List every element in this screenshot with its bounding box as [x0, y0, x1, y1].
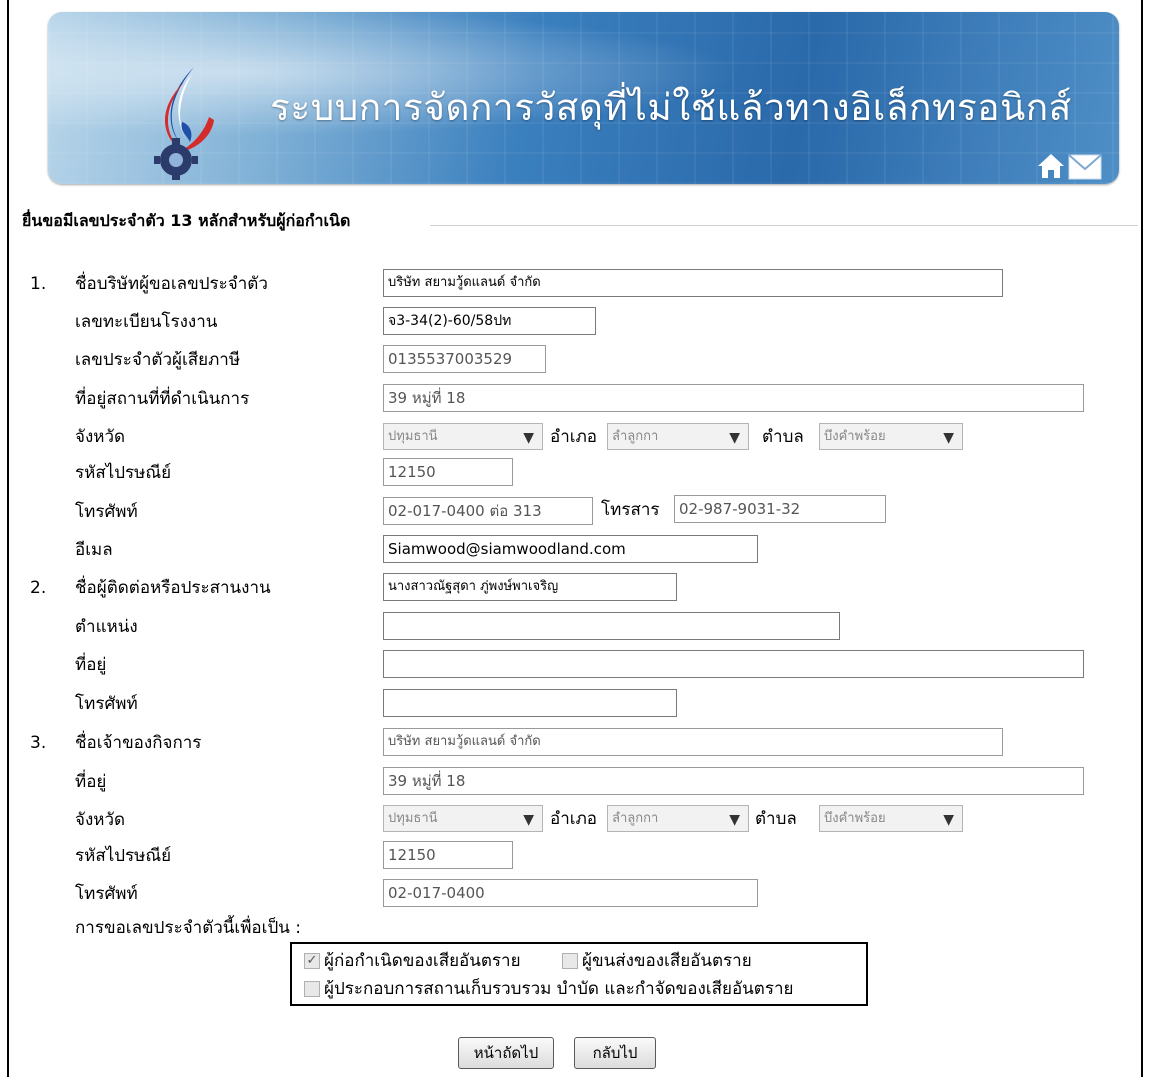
chevron-down-icon: ▼: [729, 812, 740, 828]
fax-label: โทรสาร: [601, 500, 660, 520]
logo-emblem-icon: [154, 67, 214, 180]
province-select[interactable]: ปทุมธานี ▼: [383, 423, 543, 450]
owner-postal-field[interactable]: 12150: [383, 841, 513, 869]
purpose-transporter-label: ผู้ขนส่งของเสียอันตราย: [582, 951, 752, 971]
contact-phone-label: โทรศัพท์: [75, 694, 138, 714]
purpose-checkbox-group: ✓ ผู้ก่อกำเนิดของเสียอันตราย ผู้ขนส่งของ…: [290, 942, 868, 1006]
position-label: ตำแหน่ง: [75, 617, 138, 637]
chevron-down-icon: ▼: [523, 430, 534, 446]
tax-id-label: เลขประจำตัวผู้เสียภาษี: [75, 350, 241, 370]
site-address-label: ที่อยู่สถานที่ที่ดำเนินการ: [75, 389, 250, 409]
province-select-value: ปทุมธานี: [388, 429, 438, 444]
page-border-right: [1141, 0, 1143, 1077]
section-1-number: 1.: [30, 274, 47, 294]
owner-phone-label: โทรศัพท์: [75, 884, 138, 904]
owner-district-value: ลำลูกกา: [612, 811, 659, 826]
section-title: ยื่นขอมีเลขประจำตัว 13 หลักสำหรับผู้ก่อก…: [22, 211, 351, 230]
header-banner: ระบบการจัดการวัสดุที่ไม่ใช้แล้วทางอิเล็ก…: [48, 12, 1119, 184]
factory-reg-field[interactable]: จ3-34(2)-60/58ปท: [383, 307, 596, 335]
section-3-number: 3.: [30, 733, 47, 753]
district-select-value: ลำลูกกา: [612, 429, 659, 444]
section-divider: [430, 225, 1138, 226]
district-label: อำเภอ: [550, 427, 597, 447]
owner-name-field[interactable]: บริษัท สยามวู้ดแลนด์ จำกัด: [383, 728, 1003, 756]
position-field[interactable]: [383, 612, 840, 640]
subdistrict-select[interactable]: บึงคำพร้อย ▼: [819, 423, 963, 450]
owner-district-label: อำเภอ: [550, 809, 597, 829]
purpose-generator-label: ผู้ก่อกำเนิดของเสียอันตราย: [324, 951, 521, 971]
chevron-down-icon: ▼: [943, 430, 954, 446]
postal-code-field[interactable]: 12150: [383, 458, 513, 486]
page-border-left: [7, 0, 9, 1077]
owner-province-value: ปทุมธานี: [388, 811, 438, 826]
purpose-facility-checkbox[interactable]: [304, 981, 320, 997]
owner-phone-field[interactable]: 02-017-0400: [383, 879, 758, 907]
mail-icon[interactable]: [1068, 154, 1102, 180]
contact-address-label: ที่อยู่: [75, 655, 107, 675]
factory-reg-label: เลขทะเบียนโรงงาน: [75, 312, 218, 332]
purpose-label: การขอเลขประจำตัวนี้เพื่อเป็น :: [75, 918, 301, 938]
email-label: อีเมล: [75, 540, 113, 560]
owner-address-label: ที่อยู่: [75, 772, 107, 792]
subdistrict-label: ตำบล: [762, 427, 804, 447]
purpose-facility-label: ผู้ประกอบการสถานเก็บรวบรวม บำบัด และกำจั…: [324, 979, 794, 999]
owner-address-field[interactable]: 39 หมู่ที่ 18: [383, 767, 1084, 795]
phone-field[interactable]: 02-017-0400 ต่อ 313: [383, 497, 593, 525]
purpose-transporter-checkbox[interactable]: [562, 953, 578, 969]
owner-subdistrict-value: บึงคำพร้อย: [824, 811, 886, 826]
contact-phone-field[interactable]: [383, 689, 677, 717]
owner-name-label: ชื่อเจ้าของกิจการ: [75, 733, 202, 753]
subdistrict-select-value: บึงคำพร้อย: [824, 429, 886, 444]
owner-province-label: จังหวัด: [75, 810, 126, 830]
tax-id-field[interactable]: 0135537003529: [383, 345, 546, 373]
fax-field[interactable]: 02-987-9031-32: [674, 495, 886, 523]
company-name-label: ชื่อบริษัทผู้ขอเลขประจำตัว: [75, 274, 268, 294]
owner-postal-label: รหัสไปรษณีย์: [75, 846, 172, 866]
owner-subdistrict-select[interactable]: บึงคำพร้อย ▼: [819, 805, 963, 832]
app-title: ระบบการจัดการวัสดุที่ไม่ใช้แล้วทางอิเล็ก…: [270, 86, 1072, 129]
email-field[interactable]: Siamwood@siamwoodland.com: [383, 535, 758, 563]
site-address-field[interactable]: 39 หมู่ที่ 18: [383, 384, 1084, 412]
contact-address-field[interactable]: [383, 650, 1084, 678]
contact-name-field[interactable]: นางสาวณัฐสุดา ภู่พงษ์พาเจริญ: [383, 573, 677, 601]
chevron-down-icon: ▼: [943, 812, 954, 828]
phone-label: โทรศัพท์: [75, 502, 138, 522]
purpose-generator-checkbox[interactable]: ✓: [304, 953, 320, 969]
district-select[interactable]: ลำลูกกา ▼: [607, 423, 749, 450]
back-button[interactable]: กลับไป: [574, 1037, 656, 1069]
owner-subdistrict-label: ตำบล: [755, 809, 797, 829]
home-icon[interactable]: [1036, 152, 1066, 180]
province-label: จังหวัด: [75, 427, 126, 447]
chevron-down-icon: ▼: [729, 430, 740, 446]
section-2-number: 2.: [30, 578, 47, 598]
owner-district-select[interactable]: ลำลูกกา ▼: [607, 805, 749, 832]
company-name-field[interactable]: บริษัท สยามวู้ดแลนด์ จำกัด: [383, 269, 1003, 297]
next-button[interactable]: หน้าถัดไป: [458, 1037, 554, 1069]
contact-name-label: ชื่อผู้ติดต่อหรือประสานงาน: [75, 578, 271, 598]
postal-code-label: รหัสไปรษณีย์: [75, 463, 172, 483]
owner-province-select[interactable]: ปทุมธานี ▼: [383, 805, 543, 832]
chevron-down-icon: ▼: [523, 812, 534, 828]
